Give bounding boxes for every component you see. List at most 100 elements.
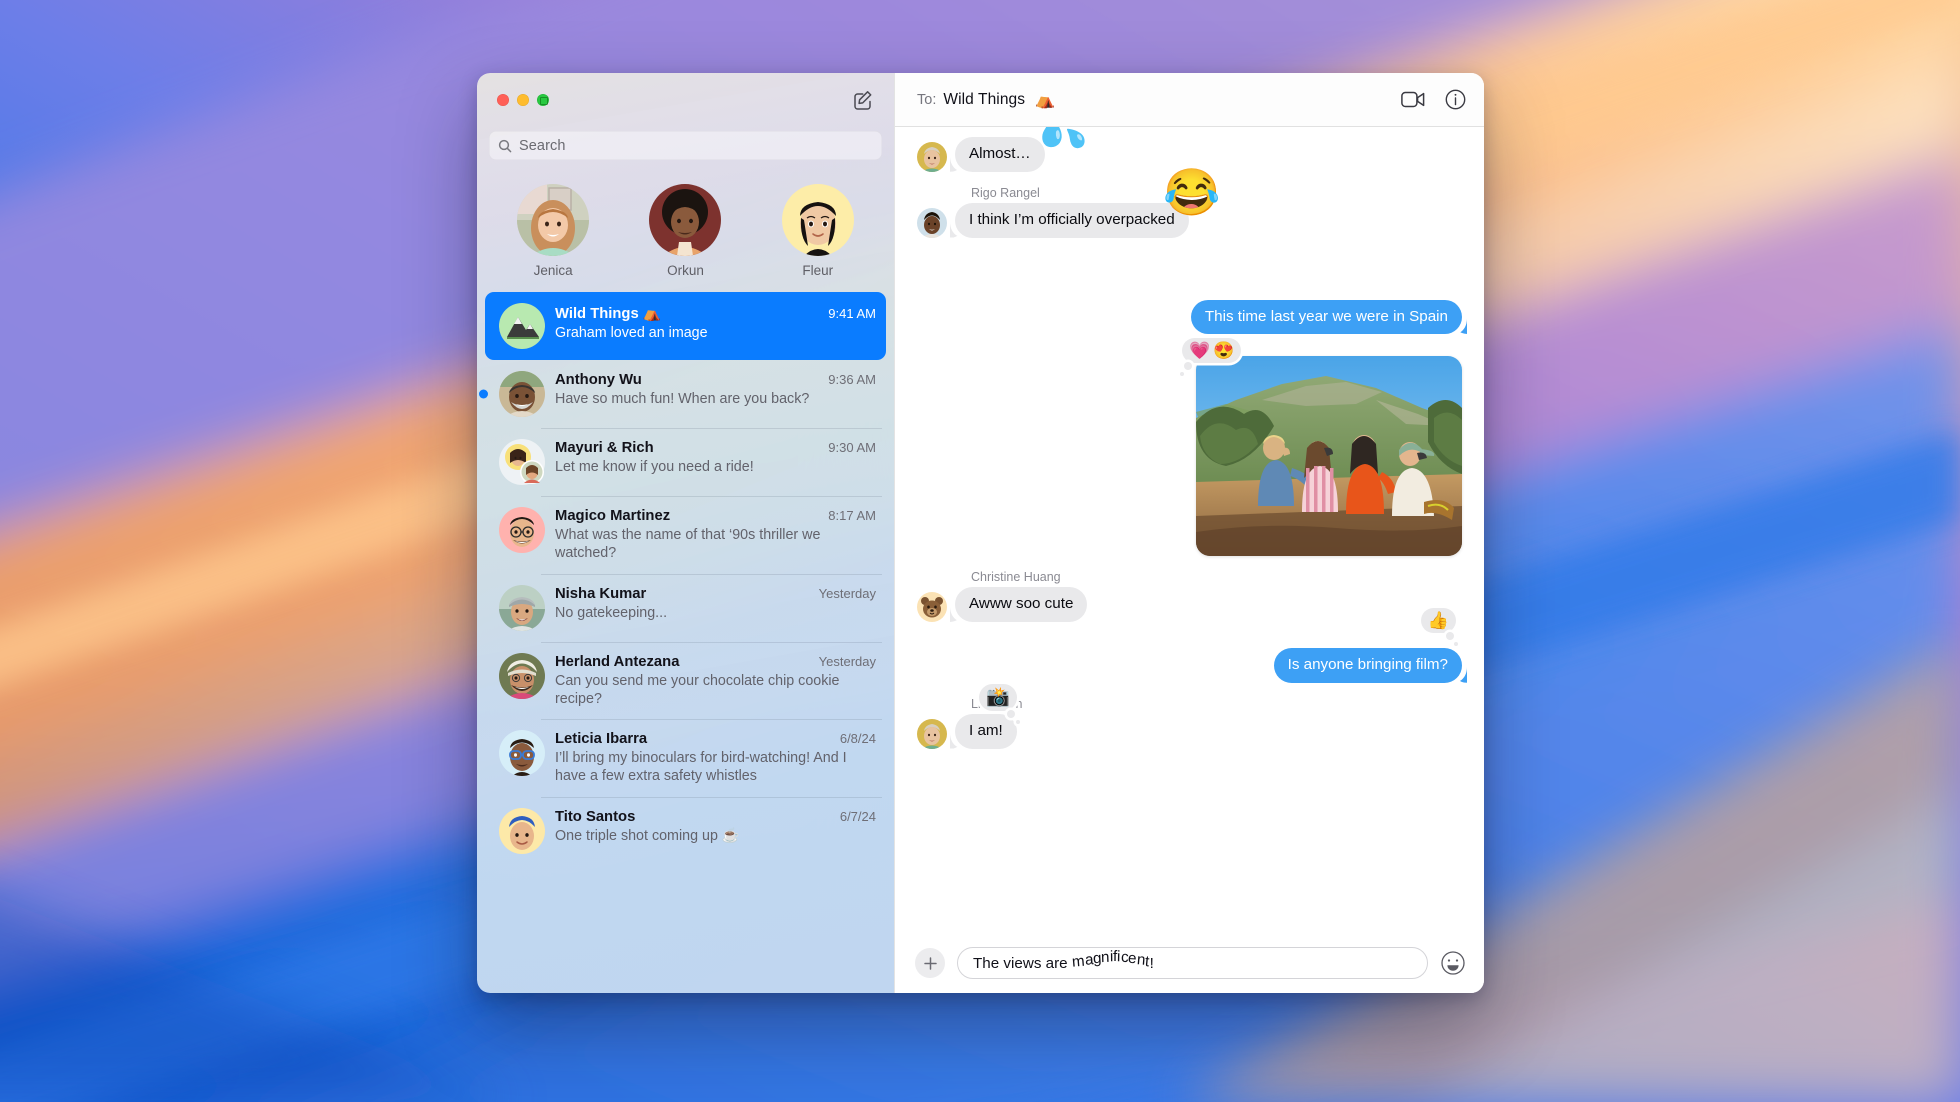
message-text: Is anyone bringing film? xyxy=(1287,656,1448,673)
avatar-photo-woman-blonde xyxy=(917,141,947,172)
video-camera-icon-glyph xyxy=(1401,91,1425,108)
message-text: Awww soo cute xyxy=(969,595,1074,613)
message-thread[interactable]: Almost… 💦 Rigo Rangel I think I’m offici… xyxy=(895,127,1484,936)
avatar xyxy=(499,652,545,699)
sticker-water-drop: 💦 xyxy=(1038,127,1089,149)
conversation-row-tito-santos[interactable]: Tito Santos 6/7/24 One triple shot comin… xyxy=(485,796,886,865)
video-camera-icon[interactable] xyxy=(1401,91,1425,108)
message-row[interactable]: I am! 📸 xyxy=(917,683,1462,749)
conversation-body: Mayuri & Rich 9:30 AM Let me know if you… xyxy=(555,439,876,476)
message-bubble[interactable]: Is anyone bringing film? 👍 xyxy=(1273,608,1462,683)
message-sender-name: Liz Dizon xyxy=(971,696,1022,711)
conversation-header-line: Tito Santos 6/7/24 xyxy=(555,809,876,825)
message-row[interactable]: I think I’m officially overpacked 😂 xyxy=(917,169,1462,238)
pinned-contacts-row: Jenica Orkun Fleur xyxy=(477,170,894,292)
conversation-row-nisha-kumar[interactable]: Nisha Kumar Yesterday No gatekeeping... xyxy=(485,573,886,642)
smiley-icon[interactable] xyxy=(1440,950,1466,976)
conversation-body: Magico Martinez 8:17 AM What was the nam… xyxy=(555,507,876,563)
avatar-photo-man-dark xyxy=(917,207,947,238)
conversation-row-leticia-ibarra[interactable]: Leticia Ibarra 6/8/24 I’ll bring my bino… xyxy=(485,719,886,797)
close-button[interactable] xyxy=(497,94,509,106)
conversation-title: Anthony Wu xyxy=(555,372,642,388)
message-row[interactable]: This time last year we were in Spain xyxy=(917,299,1462,335)
pinned-contact-label: Orkun xyxy=(667,263,704,278)
avatar xyxy=(649,184,722,256)
chat-header: To: Wild Things ⛺ xyxy=(895,73,1484,127)
plus-icon-glyph xyxy=(923,956,937,970)
conversation-preview: One triple shot coming up ☕ xyxy=(555,827,740,844)
pinned-contact-label: Jenica xyxy=(533,263,573,278)
avatar xyxy=(517,184,590,256)
minimize-button[interactable] xyxy=(517,94,529,106)
zoom-button[interactable] xyxy=(537,94,549,106)
sticker-camera-bubble[interactable]: 📸 xyxy=(979,683,1020,724)
smiley-icon-glyph xyxy=(1441,951,1465,975)
header-actions xyxy=(1401,89,1466,110)
conversation-timestamp: 9:41 AM xyxy=(828,306,876,321)
conversation-title: Nisha Kumar xyxy=(555,585,647,602)
plus-icon[interactable] xyxy=(915,948,945,978)
avatar-memoji-pink-glasses xyxy=(499,507,545,553)
conversation-title: Wild Things ⛺ xyxy=(555,306,662,322)
divider xyxy=(541,641,882,643)
conversation-preview: Can you send me your chocolate chip cook… xyxy=(555,672,840,707)
window-titlebar xyxy=(477,73,894,127)
conversation-row-anthony-wu[interactable]: Anthony Wu 9:36 AM Have so much fun! Whe… xyxy=(479,360,886,428)
recipient-name[interactable]: Wild Things xyxy=(943,91,1025,109)
message-bubble[interactable]: I am! 📸 xyxy=(955,683,1020,749)
avatar-photo-man-beard xyxy=(499,371,545,417)
photo-attachment[interactable]: 💗 😍 xyxy=(1180,338,1462,557)
conversation-body: Herland Antezana Yesterday Can you send … xyxy=(555,653,876,709)
avatar xyxy=(917,141,947,172)
conversation-row-wild-things[interactable]: Wild Things ⛺ 9:41 AM Graham loved an im… xyxy=(485,292,886,360)
search-input[interactable]: Search xyxy=(489,131,882,160)
compose-icon-glyph xyxy=(854,91,872,110)
conversation-preview: What was the name of that ‘90s thriller … xyxy=(555,527,821,562)
message-row[interactable]: 💗 😍 xyxy=(917,338,1462,557)
message-bubble[interactable]: This time last year we were in Spain xyxy=(1190,299,1462,335)
avatar xyxy=(499,371,545,417)
message-composer: The views are magnificent! xyxy=(895,936,1484,993)
pinned-contact-fleur[interactable]: Fleur xyxy=(769,184,867,278)
message-input[interactable]: The views are magnificent! xyxy=(957,947,1428,979)
conversation-header-line: Magico Martinez 8:17 AM xyxy=(555,508,876,524)
conversation-title: Mayuri & Rich xyxy=(555,440,654,456)
message-row[interactable]: Awww soo cute xyxy=(917,587,1462,622)
compose-icon[interactable] xyxy=(848,85,878,115)
message-sender-name: Rigo Rangel xyxy=(971,185,1040,200)
message-bubble[interactable]: Almost… 💦 xyxy=(955,127,1089,172)
conversation-list[interactable]: Wild Things ⛺ 9:41 AM Graham loved an im… xyxy=(477,292,894,993)
to-label: To: xyxy=(917,91,937,108)
conversation-body: Leticia Ibarra 6/8/24 I’ll bring my bino… xyxy=(555,730,876,786)
tent-icon: ⛺ xyxy=(1035,91,1056,109)
message-bubble[interactable]: I think I’m officially overpacked 😂 xyxy=(955,169,1221,238)
conversation-title: Tito Santos xyxy=(555,808,636,825)
conversation-timestamp: 9:36 AM xyxy=(828,372,876,387)
divider xyxy=(541,796,882,798)
conversation-row-magico-martinez[interactable]: Magico Martinez 8:17 AM What was the nam… xyxy=(485,496,886,574)
search-placeholder: Search xyxy=(519,137,566,154)
tapback-reactions[interactable]: 💗 😍 xyxy=(1180,338,1242,377)
conversation-title: Leticia Ibarra xyxy=(555,731,648,748)
message-row[interactable]: Almost… 💦 xyxy=(917,127,1462,172)
message-text: I think I’m officially overpacked xyxy=(969,210,1175,228)
conversation-header-line: Herland Antezana Yesterday xyxy=(555,654,876,670)
conversation-timestamp: 6/8/24 xyxy=(839,731,876,747)
conversation-title: Herland Antezana xyxy=(555,653,680,670)
pinned-contact-jenica[interactable]: Jenica xyxy=(504,184,602,278)
tapback-reactions[interactable]: 👍 xyxy=(1420,608,1458,646)
conversation-preview: Graham loved an image xyxy=(555,325,708,341)
avatar-photo-man-hat xyxy=(499,652,545,699)
conversation-body: Tito Santos 6/7/24 One triple shot comin… xyxy=(555,808,876,845)
info-circle-icon[interactable] xyxy=(1445,89,1466,110)
conversation-header-line: Anthony Wu 9:36 AM xyxy=(555,372,876,388)
search-icon xyxy=(498,139,512,152)
message-row[interactable]: Is anyone bringing film? 👍 xyxy=(917,608,1462,683)
conversation-preview: No gatekeeping... xyxy=(555,604,668,621)
conversation-row-herland-antezana[interactable]: Herland Antezana Yesterday Can you send … xyxy=(485,641,886,720)
avatar-photo-woman-blonde xyxy=(917,718,947,749)
conversation-row-mayuri-rich[interactable]: Mayuri & Rich 9:30 AM Let me know if you… xyxy=(485,428,886,496)
message-bubble[interactable]: Awww soo cute xyxy=(955,587,1088,622)
avatar xyxy=(499,507,545,553)
pinned-contact-orkun[interactable]: Orkun xyxy=(636,184,734,278)
